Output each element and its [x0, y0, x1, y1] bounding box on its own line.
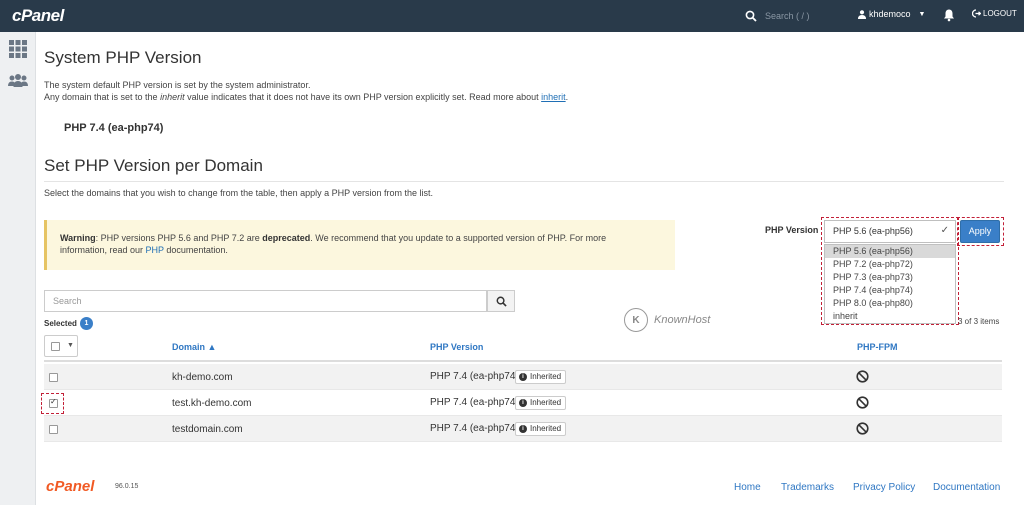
- php-docs-link[interactable]: PHP: [146, 245, 164, 255]
- php-version-value: PHP 7.4 (ea-php74): [430, 397, 519, 408]
- left-sidebar: [0, 32, 36, 505]
- description-text: value indicates that it does not have it…: [184, 92, 542, 102]
- divider: [44, 181, 1004, 182]
- inherited-badge: i Inherited: [515, 370, 567, 384]
- watermark-text: KnownHost: [654, 314, 711, 326]
- domain-name: test.kh-demo.com: [172, 398, 252, 409]
- search-icon: [745, 10, 757, 22]
- selected-count: Selected 1: [44, 317, 93, 330]
- select-all-checkbox[interactable]: [51, 342, 60, 351]
- warning-text: : PHP versions PHP 5.6 and PHP 7.2 are: [95, 233, 263, 243]
- global-search[interactable]: Search ( / ): [745, 8, 810, 24]
- column-php-fpm[interactable]: PHP-FPM: [857, 342, 898, 352]
- selected-label: Selected: [44, 319, 77, 328]
- warning-bold: deprecated: [262, 233, 311, 243]
- current-php-version: PHP 7.4 (ea-php74): [64, 122, 164, 134]
- user-menu[interactable]: khdemoco ▼: [858, 9, 925, 19]
- description-text: .: [565, 92, 569, 102]
- domain-search-button[interactable]: [487, 290, 515, 312]
- warning-line-1: Warning: PHP versions PHP 5.6 and PHP 7.…: [60, 232, 662, 244]
- column-php-version[interactable]: PHP Version: [430, 342, 483, 352]
- checkbox-highlight: [41, 393, 64, 414]
- warning-line-2: information, read our PHP documentation.: [60, 244, 662, 256]
- username: khdemoco: [869, 9, 911, 19]
- inherited-badge: i Inherited: [515, 396, 567, 410]
- column-domain[interactable]: Domain ▲: [172, 342, 216, 352]
- badge-label: Inherited: [530, 372, 562, 381]
- chevron-down-icon: ▼: [918, 10, 926, 18]
- footer-version: 96.0.15: [115, 483, 139, 490]
- section-title: Set PHP Version per Domain: [44, 156, 263, 175]
- info-icon: i: [519, 399, 527, 407]
- domain-name: kh-demo.com: [172, 372, 233, 383]
- page-description: The system default PHP version is set by…: [44, 79, 568, 103]
- badge-label: Inherited: [530, 424, 562, 433]
- footer-link-documentation[interactable]: Documentation: [933, 482, 1000, 493]
- logout-icon: [972, 9, 981, 18]
- apply-highlight: [957, 217, 1004, 246]
- disabled-icon: [856, 370, 869, 383]
- footer-link-privacy[interactable]: Privacy Policy: [853, 482, 915, 493]
- domain-search-input[interactable]: Search: [44, 290, 487, 312]
- global-search-placeholder[interactable]: Search ( / ): [765, 11, 810, 21]
- grid-icon[interactable]: [9, 40, 27, 58]
- footer-link-home[interactable]: Home: [734, 482, 761, 493]
- row-checkbox[interactable]: [49, 425, 58, 434]
- footer-link-trademarks[interactable]: Trademarks: [781, 482, 834, 493]
- footer: cPanel 96.0.15 Home Trademarks Privacy P…: [44, 475, 1004, 505]
- description-line-2: Any domain that is set to the inherit va…: [44, 91, 568, 103]
- description-text: Any domain that is set to the: [44, 92, 161, 102]
- user-icon: [858, 9, 866, 19]
- info-icon: i: [519, 373, 527, 381]
- table-row[interactable]: test.kh-demo.com PHP 7.4 (ea-php74) iInh…: [41, 390, 1002, 416]
- warning-text: documentation.: [163, 245, 228, 255]
- row-checkbox[interactable]: [49, 373, 58, 382]
- table-row[interactable]: testdomain.com PHP 7.4 (ea-php74) i Inher…: [44, 416, 1002, 442]
- search-icon: [496, 296, 507, 307]
- warning-text: . We recommend that you update to a supp…: [310, 233, 607, 243]
- select-highlight: [821, 217, 959, 325]
- domain-name: testdomain.com: [172, 424, 243, 435]
- table-header: ▼ Domain ▲ PHP Version PHP-FPM: [44, 332, 1002, 362]
- info-icon: i: [519, 425, 527, 433]
- description-line-1: The system default PHP version is set by…: [44, 80, 311, 90]
- footer-cpanel-logo: cPanel: [46, 478, 95, 495]
- bell-icon[interactable]: [942, 8, 956, 22]
- knownhost-watermark: K KnownHost: [624, 308, 710, 332]
- badge-label: Inherited: [530, 398, 562, 407]
- description-emphasis: inherit: [160, 92, 185, 102]
- users-icon[interactable]: [7, 72, 29, 90]
- disabled-icon: [856, 396, 869, 409]
- inherited-badge: i Inherited: [515, 422, 567, 436]
- items-count: 3 of 3 items: [958, 317, 1000, 326]
- warning-label: Warning: [60, 233, 96, 243]
- page-title: System PHP Version: [44, 48, 202, 67]
- top-bar: cPanel Search ( / ) khdemoco ▼ LOGOUT: [0, 0, 1024, 32]
- select-all-dropdown[interactable]: ▼: [44, 335, 78, 357]
- inherit-link[interactable]: inherit: [541, 92, 566, 102]
- knownhost-logo-icon: K: [624, 308, 648, 332]
- cpanel-logo[interactable]: cPanel: [12, 6, 64, 26]
- logout-label: LOGOUT: [983, 9, 1017, 18]
- php-version-label: PHP Version: [765, 225, 819, 235]
- php-version-value: PHP 7.4 (ea-php74): [430, 371, 519, 382]
- selected-badge: 1: [79, 317, 93, 330]
- section-description: Select the domains that you wish to chan…: [44, 188, 434, 198]
- logout-button[interactable]: LOGOUT: [972, 9, 1017, 18]
- deprecation-warning: Warning: PHP versions PHP 5.6 and PHP 7.…: [44, 220, 675, 270]
- chevron-down-icon: ▼: [67, 342, 74, 349]
- table-row[interactable]: kh-demo.com PHP 7.4 (ea-php74) i Inherite…: [44, 364, 1002, 390]
- warning-text: information, read our: [60, 245, 146, 255]
- disabled-icon: [856, 422, 869, 435]
- php-version-value: PHP 7.4 (ea-php74): [430, 423, 519, 434]
